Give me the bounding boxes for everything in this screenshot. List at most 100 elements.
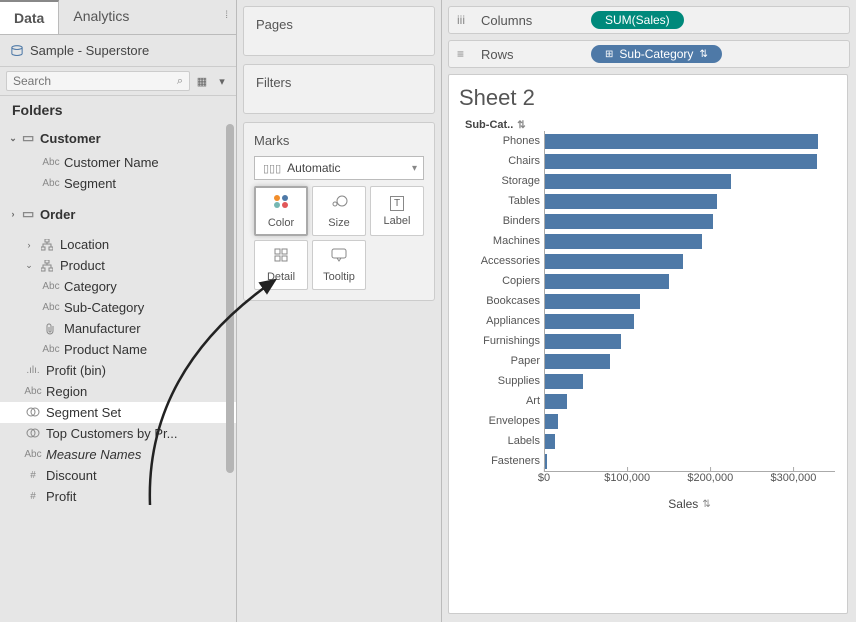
marks-card: Marks ▯▯▯ Automatic ▾ Color Size (243, 122, 435, 301)
bar[interactable] (545, 274, 669, 289)
dropdown-icon[interactable]: ▾ (214, 75, 230, 88)
string-icon: Abc (42, 157, 60, 168)
string-icon: Abc (42, 281, 60, 292)
bar[interactable] (545, 414, 558, 429)
bar-row[interactable] (545, 131, 835, 151)
field-label: Location (60, 237, 109, 252)
columns-pill[interactable]: SUM(Sales) (591, 11, 684, 29)
field-profit-bin[interactable]: .ılı. Profit (bin) (0, 360, 236, 381)
bar-row[interactable] (545, 231, 835, 251)
pill-label: Sub-Category (619, 47, 693, 61)
bar[interactable] (545, 354, 610, 369)
bar-row[interactable] (545, 391, 835, 411)
search-input[interactable] (13, 74, 177, 88)
field-segment[interactable]: Abc Segment (0, 173, 236, 194)
tree-scrollbar[interactable] (226, 124, 234, 622)
tab-data[interactable]: Data (0, 0, 59, 34)
mark-detail-label: Detail (267, 271, 295, 283)
y-axis-labels: PhonesChairsStorageTablesBindersMachines… (459, 131, 544, 471)
bar[interactable] (545, 154, 817, 169)
folder-customer-label: Customer (40, 131, 101, 146)
field-segment-set[interactable]: Segment Set (0, 402, 236, 423)
field-location[interactable]: › Location (0, 234, 236, 255)
pages-shelf[interactable]: Pages (243, 6, 435, 56)
marks-title: Marks (254, 133, 424, 148)
field-manufacturer[interactable]: Manufacturer (0, 318, 236, 339)
folder-customer[interactable]: ⌄ ▭ Customer (0, 124, 236, 152)
field-category[interactable]: Abc Category (0, 276, 236, 297)
bar[interactable] (545, 234, 702, 249)
datasource-row[interactable]: Sample - Superstore (0, 35, 236, 67)
sort-icon[interactable]: ⇅ (517, 120, 525, 131)
mark-color-label: Color (268, 217, 294, 229)
field-product-name[interactable]: Abc Product Name (0, 339, 236, 360)
sheet-title[interactable]: Sheet 2 (459, 85, 835, 111)
mark-color-button[interactable]: Color (254, 186, 308, 236)
size-icon (330, 194, 348, 213)
sort-icon[interactable]: ⇅ (702, 499, 710, 510)
category-label: Binders (503, 211, 540, 231)
datasource-icon (10, 45, 24, 57)
bar[interactable] (545, 254, 683, 269)
bin-icon: .ılı. (24, 365, 42, 376)
bar-row[interactable] (545, 371, 835, 391)
subcat-text: Sub-Cat.. (465, 119, 513, 131)
bar-row[interactable] (545, 191, 835, 211)
bar[interactable] (545, 174, 731, 189)
bar[interactable] (545, 334, 621, 349)
bar[interactable] (545, 454, 547, 469)
field-discount[interactable]: # Discount (0, 465, 236, 486)
string-icon: Abc (24, 386, 42, 397)
field-sub-category[interactable]: Abc Sub-Category (0, 297, 236, 318)
bar[interactable] (545, 134, 818, 149)
filters-shelf[interactable]: Filters (243, 64, 435, 114)
bar[interactable] (545, 294, 640, 309)
field-customer-name[interactable]: Abc Customer Name (0, 152, 236, 173)
field-top-customers[interactable]: Top Customers by Pr... (0, 423, 236, 444)
field-region[interactable]: Abc Region (0, 381, 236, 402)
search-input-wrapper[interactable]: ⌕ (6, 71, 190, 91)
view-toggle-icon[interactable]: ▦ (194, 75, 210, 88)
mark-detail-button[interactable]: Detail (254, 240, 308, 290)
bar-row[interactable] (545, 171, 835, 191)
set-icon (24, 407, 42, 418)
folder-order[interactable]: › ▭ Order (0, 200, 236, 228)
tab-analytics-menu-icon[interactable]: ⁞ (225, 10, 228, 21)
bar-row[interactable] (545, 451, 835, 471)
bar-row[interactable] (545, 331, 835, 351)
bar-row[interactable] (545, 351, 835, 371)
bar[interactable] (545, 374, 583, 389)
bar[interactable] (545, 194, 717, 209)
rows-shelf[interactable]: ≡ Rows ⊞ Sub-Category ⇅ (448, 40, 850, 68)
bar-chart-icon: ▯▯▯ (263, 162, 281, 175)
field-product[interactable]: ⌄ Product (0, 255, 236, 276)
rows-icon: ≡ (457, 47, 471, 61)
bar-row[interactable] (545, 431, 835, 451)
bar-row[interactable] (545, 271, 835, 291)
bar-row[interactable] (545, 291, 835, 311)
bar-row[interactable] (545, 411, 835, 431)
rows-pill[interactable]: ⊞ Sub-Category ⇅ (591, 45, 722, 63)
bar-row[interactable] (545, 151, 835, 171)
category-label: Copiers (502, 271, 540, 291)
sort-icon: ⇅ (699, 49, 707, 60)
bar[interactable] (545, 434, 555, 449)
bar[interactable] (545, 314, 634, 329)
bar[interactable] (545, 214, 713, 229)
bar-row[interactable] (545, 211, 835, 231)
field-label: Category (64, 279, 117, 294)
folder-icon: ▭ (22, 206, 36, 222)
field-measure-names[interactable]: Abc Measure Names (0, 444, 236, 465)
mark-size-button[interactable]: Size (312, 186, 366, 236)
mark-tooltip-button[interactable]: Tooltip (312, 240, 366, 290)
field-profit[interactable]: # Profit (0, 486, 236, 507)
tab-analytics[interactable]: Analytics ⁞ (59, 0, 236, 34)
columns-shelf[interactable]: iii Columns SUM(Sales) (448, 6, 850, 34)
bar-row[interactable] (545, 311, 835, 331)
string-icon: Abc (42, 302, 60, 313)
bar-row[interactable] (545, 251, 835, 271)
mark-label-button[interactable]: T Label (370, 186, 424, 236)
bar[interactable] (545, 394, 567, 409)
mark-type-dropdown[interactable]: ▯▯▯ Automatic ▾ (254, 156, 424, 180)
category-label: Accessories (481, 251, 540, 271)
